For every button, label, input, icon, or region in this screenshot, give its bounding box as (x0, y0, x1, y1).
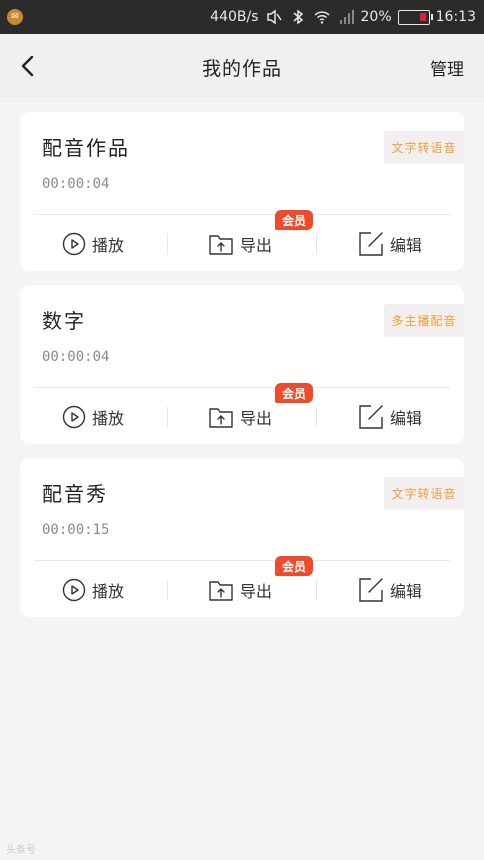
edit-button[interactable]: 编辑 (358, 216, 422, 271)
network-speed: 440B/s (210, 9, 259, 25)
work-title: 配音秀 (42, 482, 108, 506)
play-label: 播放 (92, 408, 125, 428)
edit-label: 编辑 (390, 581, 423, 601)
edit-button[interactable]: 编辑 (358, 389, 422, 444)
work-type-tag[interactable]: 文字转语音 (384, 131, 464, 163)
export-button[interactable]: 导出 (208, 389, 272, 444)
work-title: 配音作品 (42, 136, 130, 160)
action-separator (167, 234, 168, 254)
wifi-icon (313, 11, 330, 24)
export-label: 导出 (240, 235, 273, 255)
work-card[interactable]: 配音作品 00:00:04 文字转语音 播放 导出 会员 编辑 (20, 112, 464, 271)
battery-icon (397, 9, 433, 25)
edit-icon (359, 231, 383, 256)
work-card[interactable]: 配音秀 00:00:15 文字转语音 播放 导出 会员 编辑 (20, 458, 464, 617)
work-title: 数字 (42, 309, 86, 333)
watermark: 头条号 (6, 845, 36, 856)
page-title: 我的作品 (201, 58, 282, 80)
play-icon (62, 405, 86, 428)
action-separator (316, 407, 317, 427)
work-duration: 00:00:04 (42, 349, 110, 365)
edit-label: 编辑 (390, 408, 423, 428)
status-bar: ✉ 440B/s 20% 16:13 (0, 0, 484, 34)
vip-badge: 会员 (275, 383, 313, 403)
nav-bar: 我的作品 管理 (0, 34, 484, 98)
signal-icon (339, 10, 354, 24)
action-separator (167, 407, 168, 427)
work-actions: 播放 导出 会员 编辑 (20, 210, 464, 271)
play-button[interactable]: 播放 (62, 216, 124, 271)
folder-upload-icon (209, 234, 233, 255)
edit-label: 编辑 (390, 235, 423, 255)
play-button[interactable]: 播放 (62, 389, 124, 444)
export-label: 导出 (240, 581, 273, 601)
mute-icon (266, 9, 282, 25)
work-duration: 00:00:15 (42, 522, 110, 538)
edit-icon (359, 577, 383, 602)
edit-button[interactable]: 编辑 (358, 562, 422, 617)
manage-button[interactable]: 管理 (430, 55, 464, 80)
export-button[interactable]: 导出 (208, 562, 272, 617)
edit-icon (359, 404, 383, 429)
work-type-tag[interactable]: 文字转语音 (384, 477, 464, 509)
work-actions: 播放 导出 会员 编辑 (20, 556, 464, 617)
export-label: 导出 (240, 408, 273, 428)
folder-upload-icon (209, 407, 233, 428)
play-label: 播放 (92, 235, 125, 255)
clock: 16:13 (435, 9, 476, 25)
export-button[interactable]: 导出 (208, 216, 272, 271)
work-duration: 00:00:04 (42, 176, 110, 192)
vip-badge: 会员 (275, 556, 313, 576)
notification-app-icon: ✉ (7, 9, 23, 25)
action-separator (316, 580, 317, 600)
play-icon (62, 232, 86, 255)
work-card[interactable]: 数字 00:00:04 多主播配音 播放 导出 会员 编辑 (20, 285, 464, 444)
divider (34, 214, 450, 215)
vip-badge: 会员 (275, 210, 313, 230)
folder-upload-icon (209, 580, 233, 601)
action-separator (167, 580, 168, 600)
play-button[interactable]: 播放 (62, 562, 124, 617)
action-separator (316, 234, 317, 254)
work-actions: 播放 导出 会员 编辑 (20, 383, 464, 444)
divider (34, 560, 450, 561)
bluetooth-icon (293, 9, 303, 25)
battery-percent: 20% (360, 9, 392, 25)
divider (34, 387, 450, 388)
play-label: 播放 (92, 581, 125, 601)
work-type-tag[interactable]: 多主播配音 (384, 304, 464, 336)
play-icon (62, 578, 86, 601)
